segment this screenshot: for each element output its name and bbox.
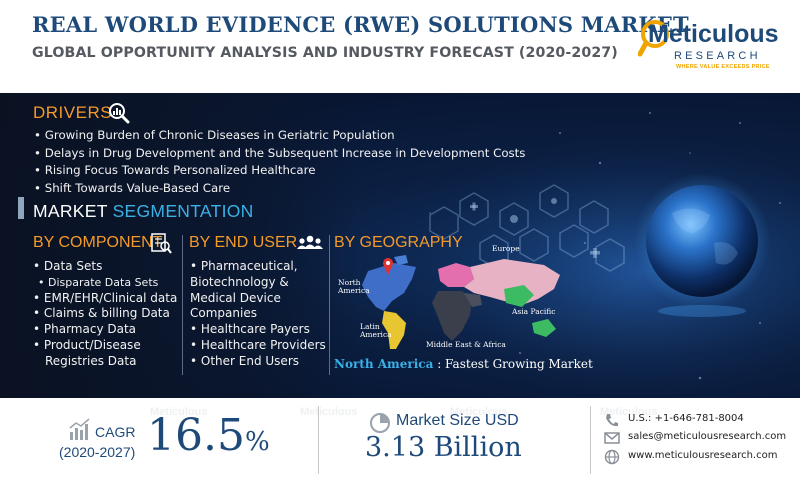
analytics-magnifier-icon xyxy=(109,103,130,124)
label-latin-america: Latin America xyxy=(360,323,392,339)
driver-item: • Rising Focus Towards Personalized Heal… xyxy=(34,163,316,177)
company-logo[interactable]: Meticulous RESEARCH WHERE VALUE EXCEEDS … xyxy=(638,14,788,80)
component-icon xyxy=(151,233,172,254)
drivers-list: • Growing Burden of Chronic Diseases in … xyxy=(34,127,525,197)
label-north-america-line2: America xyxy=(338,286,370,295)
header: REAL WORLD EVIDENCE (RWE) SOLUTIONS MARK… xyxy=(0,0,800,93)
map-africa xyxy=(432,291,472,341)
label-mea: Middle East & Africa xyxy=(426,340,506,349)
email-icon xyxy=(604,432,620,444)
footer: Meticulous Meticulous Meticulous Meticul… xyxy=(0,398,800,482)
market-size-value: 3.13 Billion xyxy=(365,432,522,463)
phone-number: U.S.: +1-646-781-8004 xyxy=(628,413,744,424)
drivers-heading: DRIVERS xyxy=(33,103,113,122)
logo-tagline: WHERE VALUE EXCEEDS PRICE xyxy=(676,64,770,70)
watermark: Meticulous xyxy=(300,406,358,418)
column-divider xyxy=(182,235,183,375)
globe-illustration xyxy=(634,173,770,317)
component-item: Registries Data xyxy=(45,353,137,368)
footer-divider xyxy=(590,406,591,474)
label-latin-america-line2: America xyxy=(360,330,392,339)
by-geography-heading: BY GEOGRAPHY xyxy=(334,234,463,251)
label-asia-pacific: Asia Pacific xyxy=(512,307,556,316)
component-item: • Claims & billing Data xyxy=(33,306,170,321)
globe-icon xyxy=(604,449,620,465)
users-icon xyxy=(297,235,323,249)
driver-item: • Delays in Drug Development and the Sub… xyxy=(34,145,526,160)
segmentation-marker xyxy=(18,197,24,219)
end-user-item: Biotechnology & xyxy=(190,274,289,289)
component-item: • Disparate Data Sets xyxy=(38,275,159,289)
column-divider xyxy=(329,235,330,375)
end-user-item: • Other End Users xyxy=(190,353,300,368)
by-end-user-heading: BY END USER xyxy=(189,234,298,251)
driver-item: • Growing Burden of Chronic Diseases in … xyxy=(34,128,395,142)
component-item: • Data Sets xyxy=(33,259,103,273)
map-australia xyxy=(532,319,556,337)
market-size-label: Market Size USD xyxy=(396,412,519,429)
cagr-number: 16.5 xyxy=(147,410,245,461)
logo-research: RESEARCH xyxy=(674,50,761,62)
cagr-years: (2020-2027) xyxy=(59,444,136,460)
segmentation-heading-part1: MARKET xyxy=(33,201,113,221)
component-item: • Product/Disease xyxy=(33,337,141,352)
footer-divider xyxy=(318,406,319,474)
email-address: sales@meticulousresearch.com xyxy=(628,431,787,442)
component-item: • EMR/EHR/Clinical data xyxy=(33,290,178,305)
component-item: • Pharmacy Data xyxy=(33,322,137,337)
main-panel: DRIVERS • Growing Burden of Chronic Dise… xyxy=(0,93,800,398)
by-component-heading: BY COMPONENT xyxy=(33,234,163,251)
cagr-unit: % xyxy=(244,427,270,457)
growth-chart-icon xyxy=(69,418,90,440)
component-list: • Data Sets • Disparate Data Sets • EMR/… xyxy=(33,259,188,370)
end-user-item: • Healthcare Providers xyxy=(190,337,326,352)
fastest-growing-note: North America : Fastest Growing Market xyxy=(334,357,593,371)
segmentation-heading: MARKET SEGMENTATION xyxy=(33,201,254,222)
cagr-label: CAGR xyxy=(95,424,136,440)
logo-name: Meticulous xyxy=(648,20,779,48)
website-url: www.meticulousresearch.com xyxy=(628,450,778,461)
end-user-item: Companies xyxy=(190,306,257,321)
end-user-item: • Pharmaceutical, xyxy=(190,259,298,273)
label-europe: Europe xyxy=(492,244,520,253)
driver-item: • Shift Towards Value-Based Care xyxy=(34,180,231,195)
end-user-list: • Pharmaceutical, Biotechnology & Medica… xyxy=(190,259,330,370)
end-user-item: Medical Device xyxy=(190,290,281,305)
fastest-growing-region: North America xyxy=(334,357,434,371)
cagr-value: 16.5% xyxy=(147,410,270,468)
phone-icon xyxy=(606,414,618,427)
label-north-america: North America xyxy=(338,279,370,295)
page-title: REAL WORLD EVIDENCE (RWE) SOLUTIONS MARK… xyxy=(32,12,689,37)
fastest-growing-text: : Fastest Growing Market xyxy=(437,357,593,371)
page-subtitle: GLOBAL OPPORTUNITY ANALYSIS AND INDUSTRY… xyxy=(32,45,618,61)
segmentation-heading-part2: SEGMENTATION xyxy=(112,201,254,221)
end-user-item: • Healthcare Payers xyxy=(190,322,310,337)
